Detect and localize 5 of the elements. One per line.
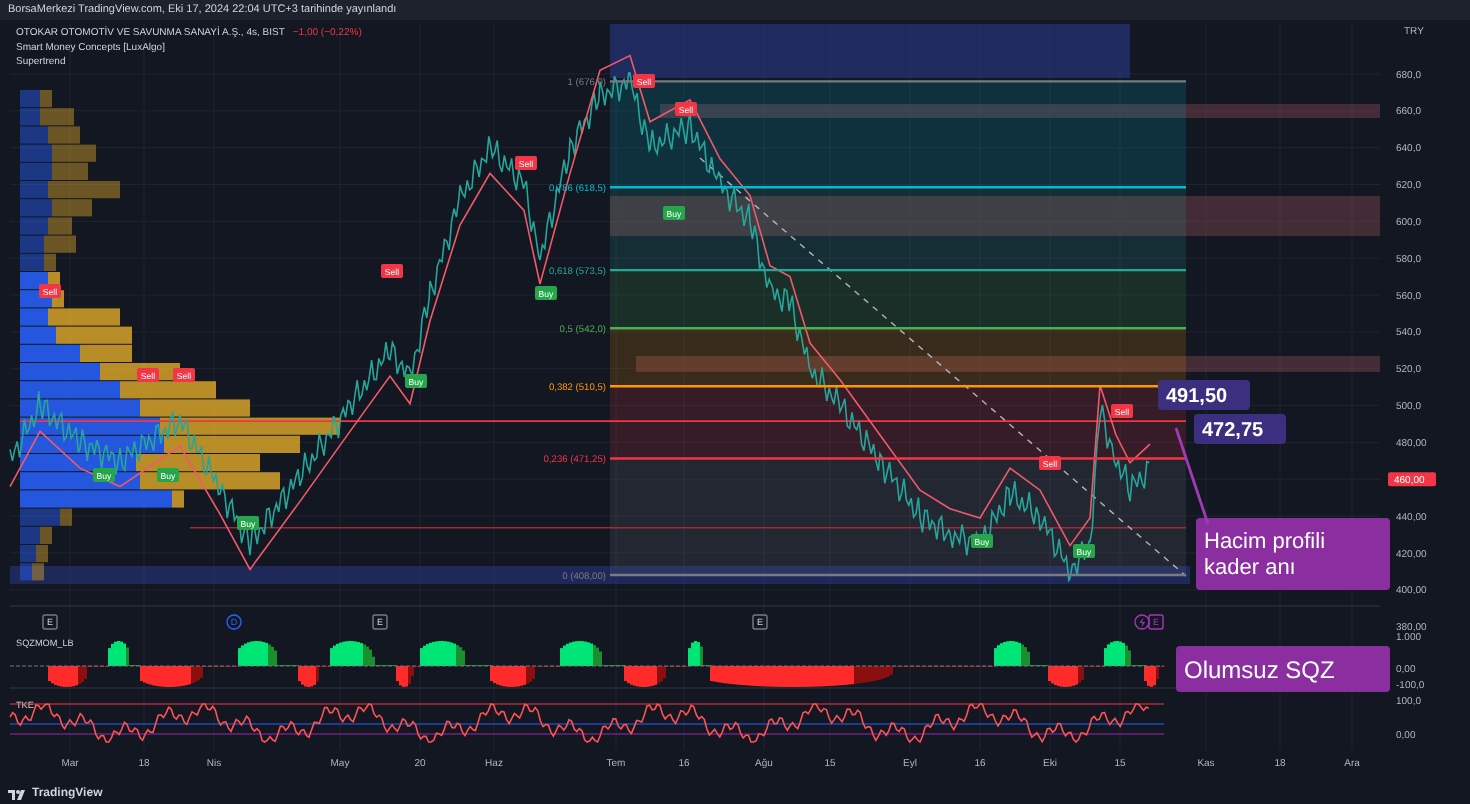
tradingview-logo-icon (8, 789, 26, 799)
note-callout: Olumsuz SQZ (1176, 646, 1390, 692)
lightning-icon[interactable] (1134, 614, 1150, 630)
note-callout: Hacim profili kader anı (1196, 518, 1390, 590)
price-callout: 472,75 (1194, 414, 1286, 444)
